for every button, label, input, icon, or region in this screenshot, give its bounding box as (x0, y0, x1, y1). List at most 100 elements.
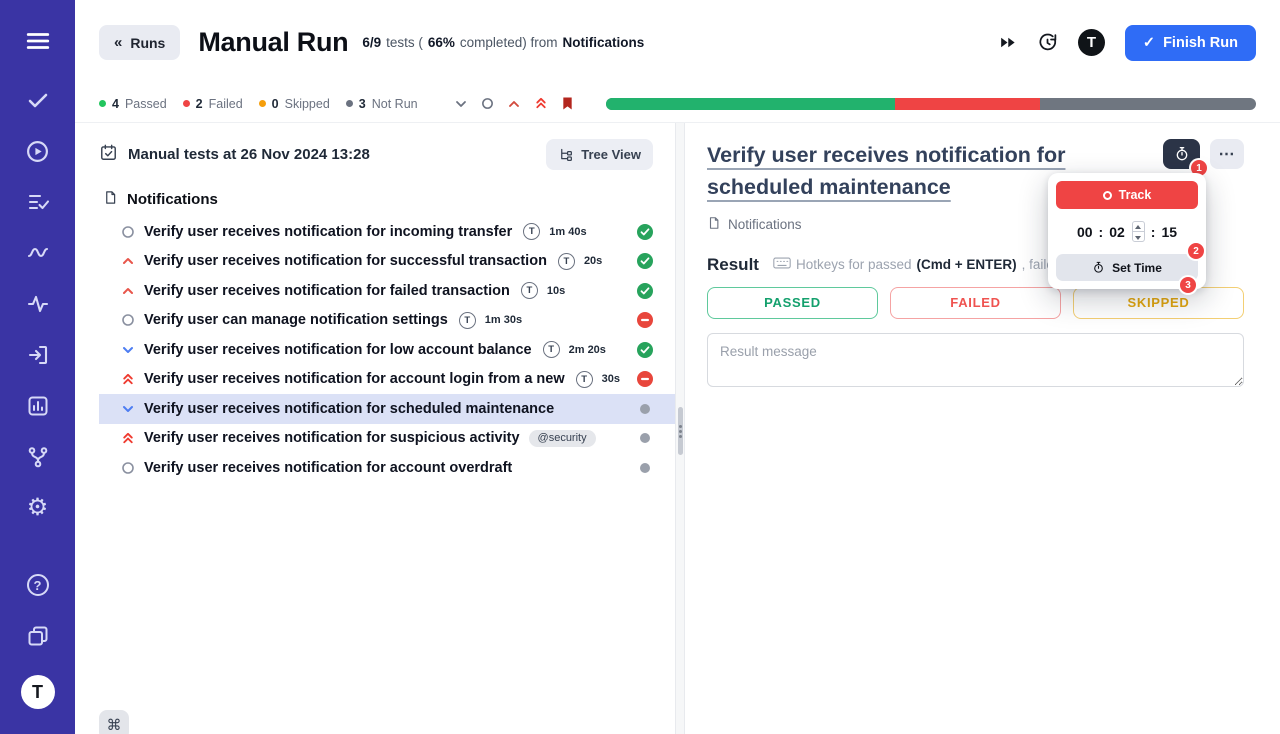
minutes-value[interactable]: 02 (1109, 224, 1125, 240)
status-notrun-icon (637, 460, 653, 476)
failed-stat[interactable]: 2 Failed (182, 97, 243, 111)
sign-in-icon[interactable] (25, 342, 51, 368)
projects-icon[interactable] (25, 623, 51, 649)
bookmark-icon[interactable] (561, 96, 574, 111)
status-failed-icon (637, 371, 653, 388)
tests-icon[interactable] (25, 87, 51, 113)
file-icon (103, 190, 118, 209)
skipped-button[interactable]: SKIPPED (1073, 286, 1244, 319)
test-row[interactable]: Verify user receives notification for lo… (99, 335, 675, 365)
testomat-badge-icon: T (520, 282, 538, 300)
list-header: Manual tests at 26 Nov 2024 13:28 Tree V… (99, 133, 675, 176)
check-icon: ✓ (1142, 34, 1156, 51)
result-message-input[interactable] (707, 332, 1244, 387)
test-duration: 10s (546, 284, 566, 297)
more-options-button[interactable]: ⋯ (1210, 139, 1244, 169)
test-row[interactable]: Verify user receives notification for ac… (99, 453, 675, 483)
passed-stat[interactable]: 4 Passed (99, 97, 167, 111)
help-icon[interactable]: ? (25, 572, 51, 598)
testomat-badge-icon: T (575, 370, 593, 388)
run-progress-summary: 6/9 tests ( 66% completed) from Notifica… (362, 35, 645, 50)
app-logo[interactable]: T (20, 675, 55, 709)
run-header: « Runs Manual Run 6/9 tests ( 66% comple… (75, 0, 1280, 85)
collapse-chevron-icon[interactable] (454, 97, 468, 111)
reports-icon[interactable] (25, 393, 51, 419)
priority-normal-filter-icon[interactable] (481, 97, 494, 110)
back-to-runs-button[interactable]: « Runs (99, 25, 181, 60)
time-tracking-popup: Track 00 : 02 : 15 Set Time 2 3 (1048, 173, 1206, 293)
retry-timer-icon[interactable] (1037, 32, 1058, 53)
status-bar: 4 Passed 2 Failed 0 Skipped 3 Not Run (75, 85, 1280, 123)
menu-icon[interactable] (25, 28, 51, 54)
run-icon[interactable] (25, 138, 51, 164)
priority-low-icon (121, 402, 135, 416)
content: Manual tests at 26 Nov 2024 13:28 Tree V… (75, 123, 1280, 734)
run-list-icon[interactable] (25, 189, 51, 215)
passed-dot-icon (99, 100, 106, 107)
test-row[interactable]: Verify user receives notification for su… (99, 424, 675, 454)
run-progress-bar (606, 97, 1256, 110)
test-row[interactable]: Verify user can manage notification sett… (99, 306, 675, 336)
calendar-check-icon (99, 143, 118, 167)
set-time-button[interactable]: Set Time (1056, 254, 1198, 281)
settings-icon[interactable]: ⚙ (25, 495, 51, 521)
status-passed-icon (637, 253, 653, 270)
drag-grip-icon (679, 425, 682, 438)
notrun-stat[interactable]: 3 Not Run (345, 97, 418, 111)
brand-logo-icon[interactable]: T (1077, 29, 1105, 56)
analytics-icon[interactable] (25, 291, 51, 317)
seconds-value[interactable]: 15 (1161, 224, 1177, 240)
test-title: Verify user can manage notification sett… (144, 312, 448, 329)
tree-view-button[interactable]: Tree View (546, 139, 653, 170)
priority-critical-icon (121, 431, 135, 445)
panel-divider[interactable] (675, 123, 685, 734)
testomat-badge-icon: T (458, 311, 476, 329)
test-duration: 20s (583, 255, 603, 268)
fast-forward-icon[interactable] (998, 33, 1017, 52)
passed-button[interactable]: PASSED (707, 286, 878, 319)
test-row[interactable]: Verify user receives notification for fa… (99, 276, 675, 306)
test-title: Verify user receives notification for su… (144, 253, 547, 270)
priority-high-filter-icon[interactable] (507, 97, 521, 111)
timer-button[interactable]: 1 (1163, 139, 1207, 176)
failed-button[interactable]: FAILED (890, 286, 1061, 319)
hours-value[interactable]: 00 (1077, 224, 1093, 240)
notrun-dot-icon (345, 100, 353, 107)
app-logo-letter: T (32, 681, 43, 702)
run-source: Notifications (562, 35, 645, 50)
test-title: Verify user receives notification for in… (144, 223, 513, 240)
status-passed-icon (637, 282, 653, 299)
skipped-stat[interactable]: 0 Skipped (258, 97, 330, 111)
test-row[interactable]: Verify user receives notification for in… (99, 217, 675, 247)
minutes-stepper[interactable] (1131, 221, 1145, 242)
percent-complete: 66% (427, 35, 455, 50)
hotkeys-cmd-button[interactable]: ⌘ (99, 710, 129, 734)
priority-high-icon (121, 284, 135, 298)
test-row[interactable]: Verify user receives notification for ac… (99, 365, 675, 395)
status-notrun-icon (637, 430, 653, 446)
page-title: Manual Run (198, 27, 349, 57)
status-passed-icon (637, 341, 653, 358)
test-title: Verify user receives notification for ac… (144, 459, 513, 476)
priority-high-icon (121, 254, 135, 268)
testomat-badge-icon: T (523, 223, 541, 241)
priority-critical-icon (121, 372, 135, 386)
filter-icons (454, 96, 574, 111)
priority-critical-filter-icon[interactable] (534, 96, 548, 111)
testomat-badge-icon: T (557, 252, 575, 270)
track-button[interactable]: Track (1056, 181, 1198, 209)
priority-normal-icon (121, 461, 135, 475)
time-input[interactable]: 00 : 02 : 15 (1056, 221, 1198, 242)
verdict-buttons: PASSED FAILED SKIPPED (707, 286, 1244, 319)
branches-icon[interactable] (25, 444, 51, 470)
test-row[interactable]: Verify user receives notification for su… (99, 247, 675, 277)
test-title: Verify user receives notification for su… (144, 430, 520, 447)
finish-run-button[interactable]: ✓ Finish Run (1124, 24, 1256, 61)
sidebar: ⚙ ? T (0, 0, 75, 734)
suite-section[interactable]: Notifications (103, 190, 675, 209)
test-duration: 1m 40s (549, 225, 587, 238)
test-title: Verify user receives notification for sc… (144, 400, 555, 417)
test-row-selected[interactable]: Verify user receives notification for sc… (99, 394, 675, 424)
test-duration: 30s (601, 373, 620, 386)
steps-icon[interactable] (25, 240, 51, 266)
